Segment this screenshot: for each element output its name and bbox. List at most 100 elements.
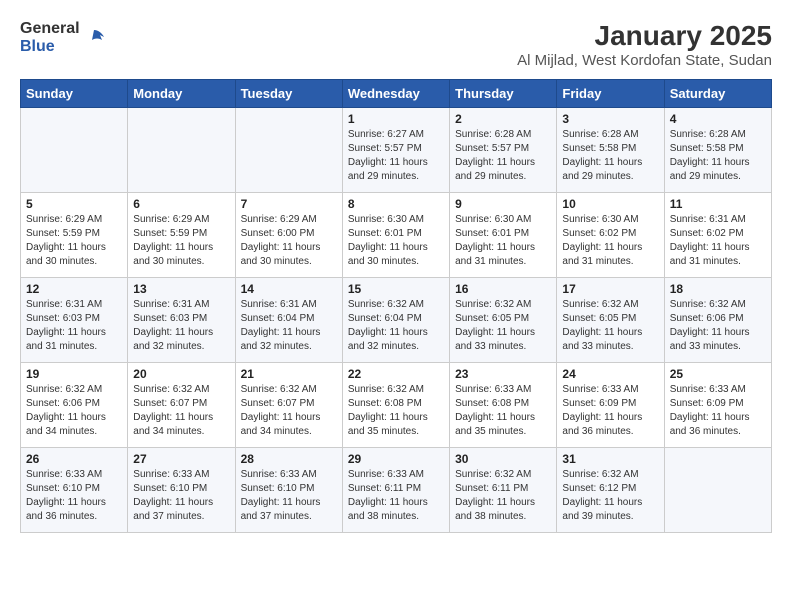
day-info: Sunrise: 6:28 AM Sunset: 5:57 PM Dayligh…: [455, 128, 551, 184]
table-row: 13 Sunrise: 6:31 AM Sunset: 6:03 PM Dayli…: [128, 278, 235, 363]
day-info: Sunrise: 6:30 AM Sunset: 6:01 PM Dayligh…: [455, 213, 551, 269]
day-info: Sunrise: 6:29 AM Sunset: 5:59 PM Dayligh…: [133, 213, 229, 269]
day-info: Sunrise: 6:32 AM Sunset: 6:05 PM Dayligh…: [562, 298, 658, 354]
day-number: 10: [562, 197, 658, 211]
day-number: 30: [455, 452, 551, 466]
day-info: Sunrise: 6:33 AM Sunset: 6:08 PM Dayligh…: [455, 383, 551, 439]
header-monday: Monday: [128, 80, 235, 108]
day-info: Sunrise: 6:30 AM Sunset: 6:02 PM Dayligh…: [562, 213, 658, 269]
day-info: Sunrise: 6:32 AM Sunset: 6:07 PM Dayligh…: [133, 383, 229, 439]
table-row: 1 Sunrise: 6:27 AM Sunset: 5:57 PM Daylig…: [342, 108, 449, 193]
day-info: Sunrise: 6:32 AM Sunset: 6:12 PM Dayligh…: [562, 468, 658, 524]
day-info: Sunrise: 6:31 AM Sunset: 6:04 PM Dayligh…: [241, 298, 337, 354]
day-number: 31: [562, 452, 658, 466]
days-header-row: Sunday Monday Tuesday Wednesday Thursday…: [21, 80, 772, 108]
day-number: 29: [348, 452, 444, 466]
day-info: Sunrise: 6:32 AM Sunset: 6:04 PM Dayligh…: [348, 298, 444, 354]
day-info: Sunrise: 6:33 AM Sunset: 6:09 PM Dayligh…: [562, 383, 658, 439]
day-number: 13: [133, 282, 229, 296]
table-row: [235, 108, 342, 193]
calendar-table: Sunday Monday Tuesday Wednesday Thursday…: [20, 79, 772, 533]
day-number: 23: [455, 367, 551, 381]
day-number: 21: [241, 367, 337, 381]
day-info: Sunrise: 6:28 AM Sunset: 5:58 PM Dayligh…: [670, 128, 766, 184]
day-info: Sunrise: 6:32 AM Sunset: 6:05 PM Dayligh…: [455, 298, 551, 354]
day-number: 1: [348, 112, 444, 126]
header-tuesday: Tuesday: [235, 80, 342, 108]
day-number: 7: [241, 197, 337, 211]
table-row: 6Sunrise: 6:29 AM Sunset: 5:59 PM Daylig…: [128, 193, 235, 278]
calendar-week-row: 12 Sunrise: 6:31 AM Sunset: 6:03 PM Dayli…: [21, 278, 772, 363]
day-number: 4: [670, 112, 766, 126]
calendar-week-row: 5 Sunrise: 6:29 AM Sunset: 5:59 PM Daylig…: [21, 193, 772, 278]
table-row: 2Sunrise: 6:28 AM Sunset: 5:57 PM Daylig…: [450, 108, 557, 193]
header-wednesday: Wednesday: [342, 80, 449, 108]
logo-bird-icon: [82, 26, 106, 50]
calendar-week-row: 19Sunrise: 6:32 AM Sunset: 6:06 PM Dayli…: [21, 363, 772, 448]
day-info: Sunrise: 6:31 AM Sunset: 6:03 PM Dayligh…: [26, 298, 122, 354]
logo: General Blue: [20, 20, 106, 55]
table-row: 22 Sunrise: 6:32 AM Sunset: 6:08 PM Dayli…: [342, 363, 449, 448]
table-row: 21Sunrise: 6:32 AM Sunset: 6:07 PM Dayli…: [235, 363, 342, 448]
day-number: 24: [562, 367, 658, 381]
table-row: 16 Sunrise: 6:32 AM Sunset: 6:05 PM Dayli…: [450, 278, 557, 363]
day-number: 9: [455, 197, 551, 211]
table-row: 3 Sunrise: 6:28 AM Sunset: 5:58 PM Daylig…: [557, 108, 664, 193]
header-thursday: Thursday: [450, 80, 557, 108]
day-number: 22: [348, 367, 444, 381]
table-row: 10 Sunrise: 6:30 AM Sunset: 6:02 PM Dayli…: [557, 193, 664, 278]
table-row: 24 Sunrise: 6:33 AM Sunset: 6:09 PM Dayli…: [557, 363, 664, 448]
day-info: Sunrise: 6:31 AM Sunset: 6:03 PM Dayligh…: [133, 298, 229, 354]
table-row: 27Sunrise: 6:33 AM Sunset: 6:10 PM Dayli…: [128, 448, 235, 533]
day-number: 18: [670, 282, 766, 296]
day-number: 5: [26, 197, 122, 211]
table-row: 31 Sunrise: 6:32 AM Sunset: 6:12 PM Dayli…: [557, 448, 664, 533]
table-row: 12 Sunrise: 6:31 AM Sunset: 6:03 PM Dayli…: [21, 278, 128, 363]
day-info: Sunrise: 6:32 AM Sunset: 6:06 PM Dayligh…: [670, 298, 766, 354]
calendar-week-row: 26 Sunrise: 6:33 AM Sunset: 6:10 PM Dayli…: [21, 448, 772, 533]
day-number: 25: [670, 367, 766, 381]
page-header: General Blue January 2025 Al Mijlad, Wes…: [20, 20, 772, 69]
header-friday: Friday: [557, 80, 664, 108]
day-info: Sunrise: 6:29 AM Sunset: 6:00 PM Dayligh…: [241, 213, 337, 269]
day-number: 3: [562, 112, 658, 126]
day-number: 12: [26, 282, 122, 296]
calendar-title: January 2025: [517, 20, 772, 52]
table-row: 17 Sunrise: 6:32 AM Sunset: 6:05 PM Dayli…: [557, 278, 664, 363]
table-row: [664, 448, 771, 533]
table-row: 29 Sunrise: 6:33 AM Sunset: 6:11 PM Dayli…: [342, 448, 449, 533]
day-info: Sunrise: 6:33 AM Sunset: 6:11 PM Dayligh…: [348, 468, 444, 524]
table-row: 30Sunrise: 6:32 AM Sunset: 6:11 PM Dayli…: [450, 448, 557, 533]
day-info: Sunrise: 6:30 AM Sunset: 6:01 PM Dayligh…: [348, 213, 444, 269]
table-row: 4 Sunrise: 6:28 AM Sunset: 5:58 PM Daylig…: [664, 108, 771, 193]
day-info: Sunrise: 6:33 AM Sunset: 6:09 PM Dayligh…: [670, 383, 766, 439]
header-saturday: Saturday: [664, 80, 771, 108]
day-number: 11: [670, 197, 766, 211]
day-info: Sunrise: 6:32 AM Sunset: 6:08 PM Dayligh…: [348, 383, 444, 439]
title-block: January 2025 Al Mijlad, West Kordofan St…: [517, 20, 772, 69]
calendar-subtitle: Al Mijlad, West Kordofan State, Sudan: [517, 52, 772, 69]
day-info: Sunrise: 6:29 AM Sunset: 5:59 PM Dayligh…: [26, 213, 122, 269]
table-row: 19Sunrise: 6:32 AM Sunset: 6:06 PM Dayli…: [21, 363, 128, 448]
calendar-week-row: 1 Sunrise: 6:27 AM Sunset: 5:57 PM Daylig…: [21, 108, 772, 193]
day-number: 16: [455, 282, 551, 296]
day-number: 8: [348, 197, 444, 211]
day-number: 17: [562, 282, 658, 296]
table-row: 18 Sunrise: 6:32 AM Sunset: 6:06 PM Dayli…: [664, 278, 771, 363]
day-number: 26: [26, 452, 122, 466]
table-row: 11Sunrise: 6:31 AM Sunset: 6:02 PM Dayli…: [664, 193, 771, 278]
day-info: Sunrise: 6:28 AM Sunset: 5:58 PM Dayligh…: [562, 128, 658, 184]
table-row: [128, 108, 235, 193]
table-row: [21, 108, 128, 193]
table-row: 5 Sunrise: 6:29 AM Sunset: 5:59 PM Daylig…: [21, 193, 128, 278]
day-info: Sunrise: 6:33 AM Sunset: 6:10 PM Dayligh…: [241, 468, 337, 524]
day-info: Sunrise: 6:27 AM Sunset: 5:57 PM Dayligh…: [348, 128, 444, 184]
day-number: 28: [241, 452, 337, 466]
day-number: 20: [133, 367, 229, 381]
table-row: 14Sunrise: 6:31 AM Sunset: 6:04 PM Dayli…: [235, 278, 342, 363]
day-number: 19: [26, 367, 122, 381]
day-info: Sunrise: 6:33 AM Sunset: 6:10 PM Dayligh…: [133, 468, 229, 524]
day-info: Sunrise: 6:33 AM Sunset: 6:10 PM Dayligh…: [26, 468, 122, 524]
table-row: 25 Sunrise: 6:33 AM Sunset: 6:09 PM Dayli…: [664, 363, 771, 448]
table-row: 23 Sunrise: 6:33 AM Sunset: 6:08 PM Dayli…: [450, 363, 557, 448]
